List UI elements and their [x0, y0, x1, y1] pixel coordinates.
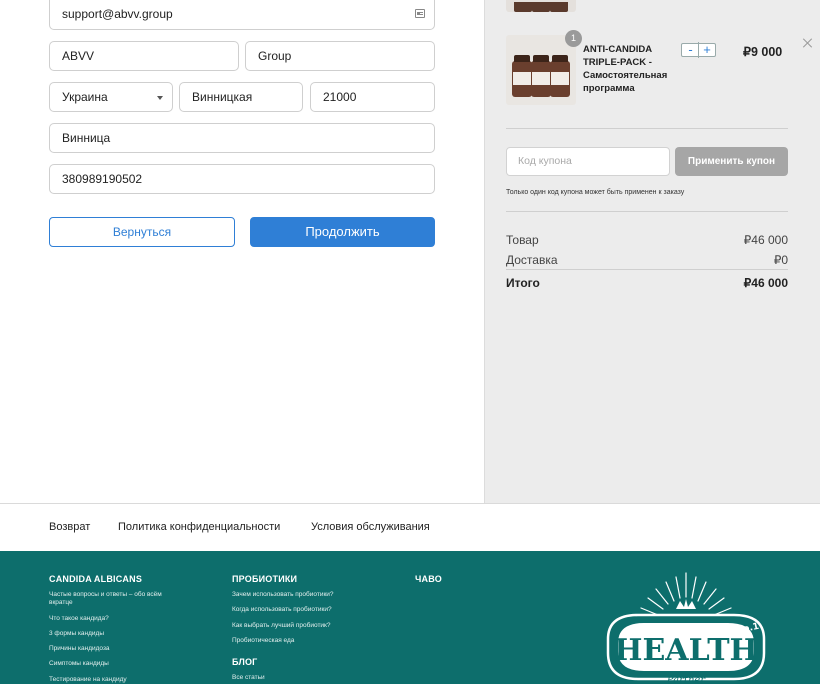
divider: [506, 128, 788, 129]
divider: [506, 211, 788, 212]
last-name-value: Group: [258, 49, 292, 63]
goods-label: Товар: [506, 233, 539, 247]
phone-value: 380989190502: [62, 172, 143, 186]
continue-button[interactable]: Продолжить: [250, 217, 435, 247]
shipping-row: Доставка ₽0: [506, 253, 788, 267]
footer-heading-blog[interactable]: БЛОГ: [232, 657, 257, 667]
footer-link[interactable]: Симптомы кандиды: [49, 660, 109, 668]
checkout-form: support@abvv.group ABVV Group Украина Ви…: [0, 0, 484, 503]
close-icon[interactable]: [802, 37, 814, 49]
footer-heading-probiotics[interactable]: ПРОБИОТИКИ: [232, 574, 297, 584]
coupon-input[interactable]: Код купона: [506, 147, 670, 176]
apply-coupon-button[interactable]: Применить купон: [675, 147, 788, 176]
product-price: ₽9 000: [743, 45, 783, 59]
badge-word: HEALTH: [614, 633, 758, 668]
total-label: Итого: [506, 276, 540, 290]
quantity-badge: 1: [565, 30, 582, 47]
footer-link[interactable]: Зачем использовать пробиотики?: [232, 591, 334, 599]
country-select[interactable]: Украина: [49, 82, 173, 112]
contact-card-icon[interactable]: [415, 9, 425, 18]
goods-row: Товар ₽46 000: [506, 233, 788, 247]
order-summary: 1 ANTI-CANDIDA TRIPLE-PACK - Самостоятел…: [484, 0, 820, 503]
email-value: support@abvv.group: [62, 7, 173, 21]
footer-link[interactable]: 3 формы кандиды: [49, 630, 104, 638]
previous-product-image: [506, 0, 576, 12]
shipping-value: ₽0: [773, 253, 788, 267]
footer-link[interactable]: Пробиотическая еда: [232, 637, 294, 645]
total-row: Итого ₽46 000: [506, 276, 788, 290]
quantity-stepper: - +: [681, 42, 716, 58]
footer-link[interactable]: Как выбрать лучший пробиотик?: [232, 622, 331, 630]
decrease-quantity-button[interactable]: -: [682, 42, 699, 58]
product-name: ANTI-CANDIDA TRIPLE-PACK - Самостоятельн…: [583, 44, 668, 94]
region-field[interactable]: Винницкая: [179, 82, 303, 112]
postal-code-value: 21000: [323, 90, 357, 104]
terms-link[interactable]: Условия обслуживания: [311, 521, 430, 533]
goods-value: ₽46 000: [743, 233, 788, 247]
footer-link[interactable]: Что такое кандида?: [49, 615, 109, 623]
city-field[interactable]: Винница: [49, 123, 435, 153]
divider: [506, 269, 788, 270]
refund-link[interactable]: Возврат: [49, 521, 90, 533]
first-name-field[interactable]: ABVV: [49, 41, 239, 71]
health-partner-badge: HEALTH No.1 Partner: [606, 572, 766, 684]
product-image: [506, 35, 576, 105]
country-value: Украина: [62, 90, 108, 104]
phone-field[interactable]: 380989190502: [49, 164, 435, 194]
footer-link[interactable]: Тестирование на кандиду: [49, 676, 127, 684]
back-button[interactable]: Вернуться: [49, 217, 235, 247]
site-footer: CANDIDA ALBICANS Частые вопросы и ответы…: [0, 551, 820, 684]
total-value: ₽46 000: [743, 276, 788, 290]
region-value: Винницкая: [192, 90, 253, 104]
first-name-value: ABVV: [62, 49, 95, 63]
coupon-note: Только один код купона может быть примен…: [506, 189, 685, 196]
last-name-field[interactable]: Group: [245, 41, 435, 71]
chevron-down-icon: [157, 96, 163, 100]
privacy-link[interactable]: Политика конфиденциальности: [118, 521, 280, 533]
increase-quantity-button[interactable]: +: [698, 42, 715, 58]
policy-links: Возврат Политика конфиденциальности Усло…: [0, 503, 820, 551]
badge-sub: Partner: [666, 675, 706, 684]
footer-link[interactable]: Причины кандидоза: [49, 645, 110, 653]
footer-link[interactable]: Все статьи: [232, 674, 265, 682]
shipping-label: Доставка: [506, 253, 558, 267]
footer-heading-candida[interactable]: CANDIDA ALBICANS: [49, 574, 142, 584]
footer-link[interactable]: Частые вопросы и ответы – обо всём вкрат…: [49, 591, 169, 607]
postal-code-field[interactable]: 21000: [310, 82, 435, 112]
footer-link[interactable]: Когда использовать пробиотики?: [232, 606, 332, 614]
email-field[interactable]: support@abvv.group: [49, 0, 435, 30]
city-value: Винница: [62, 131, 111, 145]
footer-heading-faq[interactable]: ЧАВО: [415, 574, 442, 584]
